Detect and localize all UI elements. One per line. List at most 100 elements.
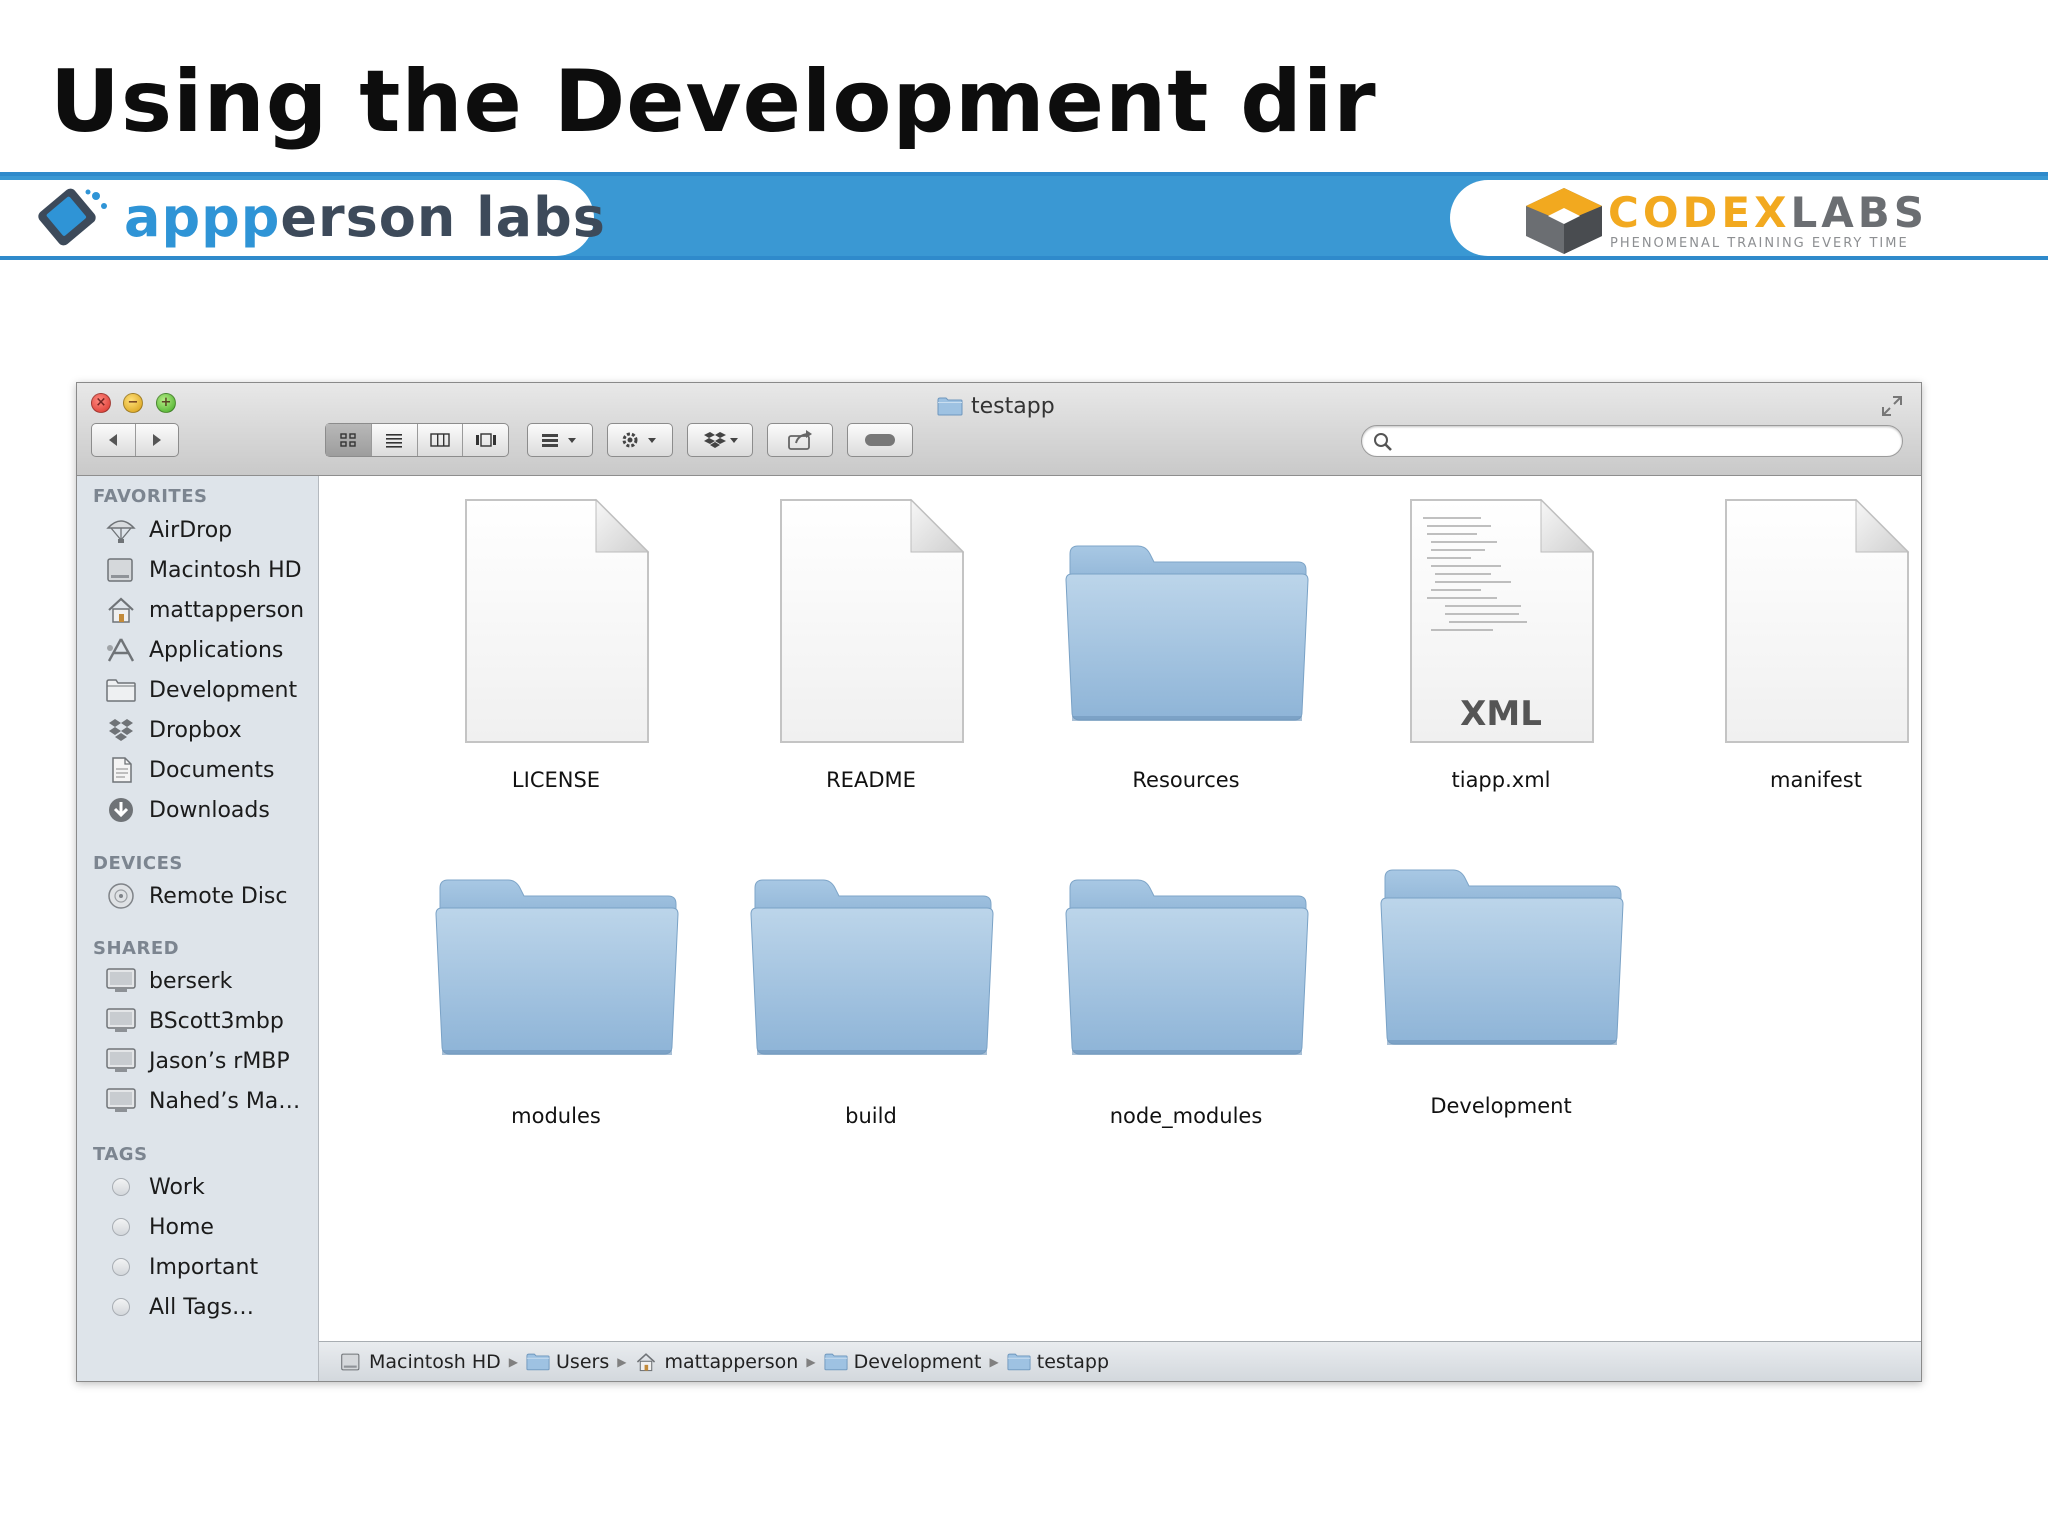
zoom-button[interactable]: + bbox=[156, 393, 176, 413]
path-item-users[interactable]: Users bbox=[526, 1351, 609, 1373]
folder-icon bbox=[1376, 850, 1628, 1050]
codex-labs-logo: CODEXLABS PHENOMENAL TRAINING EVERY TIME bbox=[1450, 180, 2048, 256]
chevron-down-icon bbox=[568, 438, 576, 443]
computer-icon bbox=[105, 1007, 137, 1035]
share-button[interactable] bbox=[767, 423, 833, 457]
document-icon bbox=[771, 496, 971, 746]
tags-toggle-button[interactable] bbox=[847, 423, 913, 457]
file-name: manifest bbox=[1770, 768, 1862, 792]
path-item-development[interactable]: Development bbox=[824, 1351, 982, 1373]
view-mode-control bbox=[325, 423, 509, 457]
sidebar-item-label: Remote Disc bbox=[149, 883, 288, 909]
path-item-label: mattapperson bbox=[664, 1350, 799, 1373]
chevron-right-icon bbox=[152, 434, 161, 446]
folder-icon bbox=[431, 860, 683, 1060]
action-button[interactable] bbox=[607, 423, 673, 457]
search-icon bbox=[1374, 433, 1392, 451]
sidebar-item-jasons-rmbp[interactable]: Jason’s rMBP bbox=[105, 1045, 315, 1077]
file-grid: LICENSE README Resources XML tiapp.xml m… bbox=[319, 476, 1921, 1341]
fullscreen-icon[interactable] bbox=[1879, 393, 1905, 419]
sidebar-item-documents[interactable]: Documents bbox=[105, 754, 315, 786]
sidebar-item-dropbox[interactable]: Dropbox bbox=[105, 714, 315, 746]
sidebar-item-label: Downloads bbox=[149, 797, 270, 823]
document-icon bbox=[1716, 496, 1916, 746]
path-item-testapp[interactable]: testapp bbox=[1007, 1351, 1109, 1373]
documents-icon bbox=[105, 756, 137, 784]
close-icon: × bbox=[95, 395, 107, 410]
sidebar-item-label: Nahed’s Ma… bbox=[149, 1088, 301, 1114]
computer-icon bbox=[105, 1047, 137, 1075]
sidebar-item-bscott3mbp[interactable]: BScott3mbp bbox=[105, 1005, 315, 1037]
column-view-button[interactable] bbox=[418, 424, 464, 456]
sidebar-item-naheds-mac[interactable]: Nahed’s Ma… bbox=[105, 1085, 315, 1117]
file-name: build bbox=[845, 1104, 897, 1128]
airdrop-icon bbox=[105, 516, 137, 544]
folder-icon bbox=[824, 1352, 848, 1371]
list-view-icon bbox=[386, 434, 403, 448]
sidebar-item-tag-home[interactable]: Home bbox=[105, 1211, 315, 1243]
sidebar-item-development[interactable]: Development bbox=[105, 674, 315, 706]
back-button[interactable] bbox=[92, 424, 136, 456]
sidebar-item-label: Home bbox=[149, 1214, 214, 1240]
sidebar-item-berserk[interactable]: berserk bbox=[105, 965, 315, 997]
sidebar-item-tag-important[interactable]: Important bbox=[105, 1251, 315, 1283]
file-name: tiapp.xml bbox=[1451, 768, 1551, 792]
dropbox-icon bbox=[105, 716, 137, 744]
file-name: README bbox=[826, 768, 916, 792]
sidebar-item-macintosh-hd[interactable]: Macintosh HD bbox=[105, 554, 315, 586]
sidebar: FAVORITES AirDrop Macintosh HD mattapper… bbox=[77, 476, 319, 1381]
sidebar-item-label: Important bbox=[149, 1254, 259, 1280]
computer-icon bbox=[105, 1087, 137, 1115]
folder-icon bbox=[1061, 860, 1313, 1060]
folder-icon bbox=[1007, 1352, 1031, 1371]
dropbox-button[interactable] bbox=[687, 423, 753, 457]
sidebar-item-label: Documents bbox=[149, 757, 275, 783]
icon-view-button[interactable] bbox=[326, 424, 372, 456]
path-separator-icon: ▶ bbox=[806, 1354, 816, 1369]
sidebar-item-label: mattapperson bbox=[149, 597, 305, 623]
coverflow-view-button[interactable] bbox=[463, 424, 508, 456]
sidebar-item-label: Applications bbox=[149, 637, 284, 663]
codex-labs-wordmark: CODEXLABS bbox=[1608, 188, 1928, 237]
share-icon bbox=[788, 430, 812, 450]
codex-labs-tagline: PHENOMENAL TRAINING EVERY TIME bbox=[1610, 236, 1909, 251]
list-view-button[interactable] bbox=[372, 424, 418, 456]
sidebar-item-label: Work bbox=[149, 1174, 205, 1200]
file-name: Development bbox=[1430, 1094, 1572, 1118]
sidebar-item-applications[interactable]: Applications bbox=[105, 634, 315, 666]
xml-badge: XML bbox=[1460, 694, 1542, 734]
sidebar-item-label: Jason’s rMBP bbox=[149, 1048, 290, 1074]
hard-drive-icon bbox=[339, 1352, 363, 1372]
tag-dot-icon bbox=[105, 1213, 137, 1241]
path-item-label: Development bbox=[853, 1350, 982, 1373]
search-input[interactable] bbox=[1400, 429, 1894, 455]
close-button[interactable]: × bbox=[91, 393, 111, 413]
path-separator-icon: ▶ bbox=[617, 1354, 627, 1369]
sidebar-heading-favorites: FAVORITES bbox=[93, 486, 208, 507]
sidebar-item-label: berserk bbox=[149, 968, 233, 994]
search-field[interactable] bbox=[1361, 425, 1903, 457]
folder-icon bbox=[526, 1352, 550, 1371]
path-item-mattapperson[interactable]: mattapperson bbox=[634, 1351, 798, 1373]
sidebar-item-airdrop[interactable]: AirDrop bbox=[105, 514, 315, 546]
sidebar-item-mattapperson[interactable]: mattapperson bbox=[105, 594, 315, 626]
icon-view-icon bbox=[340, 433, 357, 447]
folder-icon bbox=[746, 860, 998, 1060]
arrange-button[interactable] bbox=[527, 423, 593, 457]
sidebar-item-label: BScott3mbp bbox=[149, 1008, 284, 1034]
path-item-macintosh-hd[interactable]: Macintosh HD bbox=[339, 1351, 501, 1373]
sidebar-item-tag-work[interactable]: Work bbox=[105, 1171, 315, 1203]
sidebar-item-downloads[interactable]: Downloads bbox=[105, 794, 315, 826]
brand-banner: appperson labs CODEXLABS PHENOMENAL TRAI… bbox=[0, 172, 2048, 260]
sidebar-item-all-tags[interactable]: All Tags… bbox=[105, 1291, 315, 1323]
window-title: testapp bbox=[937, 391, 1055, 421]
file-name: modules bbox=[511, 1104, 601, 1128]
downloads-icon bbox=[105, 796, 137, 824]
minimize-button[interactable]: − bbox=[123, 393, 143, 413]
minimize-icon: − bbox=[127, 395, 139, 410]
document-icon bbox=[456, 496, 656, 746]
sidebar-item-remote-disc[interactable]: Remote Disc bbox=[105, 880, 315, 912]
home-icon bbox=[105, 596, 137, 624]
forward-button[interactable] bbox=[136, 424, 179, 456]
file-name: node_modules bbox=[1109, 1104, 1263, 1128]
